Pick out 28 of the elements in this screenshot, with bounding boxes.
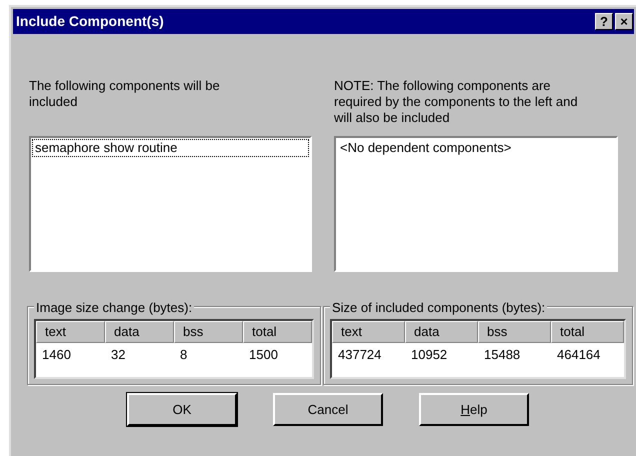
list-item[interactable]: <No dependent components> [337, 139, 615, 157]
dialog-button[interactable]: Cancel [273, 393, 383, 426]
table-cell-text: 464164 [556, 347, 602, 363]
column-header[interactable]: text [36, 321, 105, 343]
dialog-button[interactable]: OK [127, 393, 237, 426]
panel-label: NOTE: The following components are required by the components to the left and will also be included [334, 78, 579, 127]
panel-label: The following components will be included [29, 78, 221, 111]
table-cell-text: 8 [179, 347, 188, 363]
help-button[interactable]: ? [595, 13, 613, 30]
table-cell-text: 1500 [248, 347, 279, 363]
table-cell-text: 10952 [410, 347, 448, 363]
dialog-button[interactable]: Help [419, 393, 529, 426]
table-cell-text: 32 [110, 347, 126, 363]
table-cell-text: 15488 [483, 347, 522, 363]
dependency-list[interactable]: <No dependent components> [334, 136, 618, 272]
window-title: Include Component(s) [16, 12, 165, 31]
column-header[interactable]: total [243, 321, 312, 343]
column-header[interactable]: total [551, 321, 624, 343]
column-header[interactable]: data [405, 321, 478, 343]
list-item[interactable]: semaphore show routine [32, 139, 309, 157]
close-button[interactable]: × [615, 13, 633, 30]
component-list[interactable]: semaphore show routine [29, 136, 312, 272]
column-header[interactable]: text [332, 321, 405, 343]
column-header[interactable]: bss [478, 321, 551, 343]
table-cell-text: 437724 [337, 347, 382, 363]
table-cell-text: 1460 [41, 347, 72, 363]
column-header[interactable]: data [105, 321, 174, 343]
column-header[interactable]: bss [174, 321, 243, 343]
